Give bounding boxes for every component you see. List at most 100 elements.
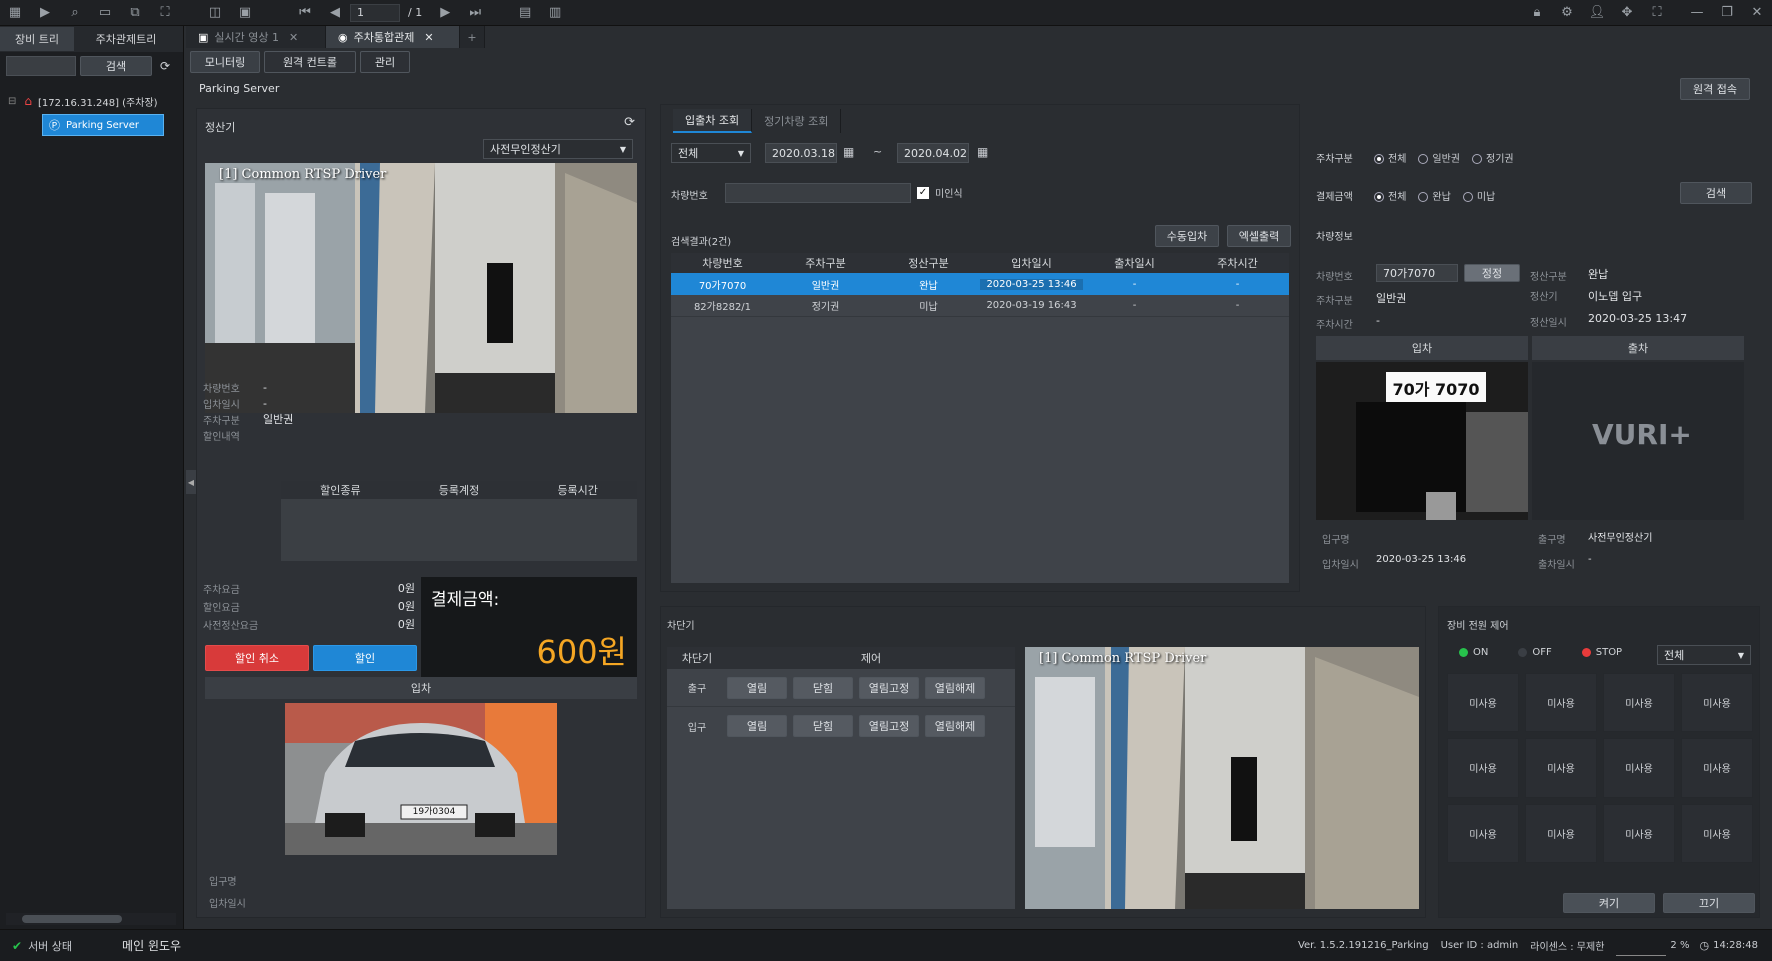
minimize-icon[interactable]: — [1686, 4, 1708, 22]
tab-parking-control[interactable]: ◉ 주차통합관제 ✕ [326, 26, 460, 48]
close-icon[interactable]: ✕ [1746, 4, 1768, 22]
export-icon[interactable]: ⧉ [124, 4, 146, 22]
map-icon[interactable]: ⛶ [154, 4, 176, 22]
exit-open-release-button[interactable]: 열림해제 [925, 676, 985, 699]
result-col-header[interactable]: 주차구분 [774, 255, 877, 271]
layout-edit-icon[interactable]: ▣ [234, 4, 256, 22]
entry-open-button[interactable]: 열림 [727, 715, 787, 737]
left-scrollbar-thumb[interactable] [22, 915, 122, 923]
collapse-handle-icon[interactable]: ◀ [186, 470, 196, 494]
left-scrollbar[interactable] [6, 913, 176, 925]
power-device-button[interactable]: 미사용 [1525, 673, 1597, 733]
tree-search-button[interactable]: 검색 [80, 56, 152, 76]
table-row[interactable]: 82가8282/1 정기권 미납 2020-03-19 16:43 - - [671, 295, 1289, 317]
edit-button[interactable]: 정정 [1464, 264, 1520, 282]
radio-parking-all[interactable]: 전체 [1374, 150, 1406, 165]
settlement-device-select[interactable]: 사전무인정산기 ▼ [483, 139, 633, 159]
table-row[interactable]: 70가7070 일반권 완납 2020-03-25 13:46 - - [671, 273, 1289, 295]
cancel-discount-button[interactable]: 할인 취소 [205, 645, 309, 671]
entry-open-lock-button[interactable]: 열림고정 [859, 715, 919, 737]
entry-open-release-button[interactable]: 열림해제 [925, 715, 985, 737]
excel-export-button[interactable]: 엑셀출력 [1227, 225, 1291, 247]
tab-monitoring[interactable]: 모니터링 [190, 51, 260, 73]
fullscreen-icon[interactable]: ⛶ [1646, 4, 1668, 22]
date-to-input[interactable]: 2020.04.02 [897, 143, 969, 163]
prev-page-icon[interactable]: ◀ [324, 4, 346, 22]
tab-management[interactable]: 관리 [360, 51, 410, 73]
lock-icon[interactable]: 🔒︎ [1526, 4, 1548, 22]
tree-root[interactable]: ⊟ ⌂ [172.16.31.248] (주차장) [0, 90, 183, 112]
radio-payment-unpaid[interactable]: 미납 [1462, 188, 1495, 203]
remote-access-button[interactable]: 원격 접속 [1680, 78, 1750, 100]
main-window[interactable]: 메인 윈도우 [122, 937, 181, 954]
entry-close-button[interactable]: 닫힘 [793, 715, 853, 737]
cpu-text: 2 % [1670, 940, 1690, 951]
layout-icon[interactable]: ◫ [204, 4, 226, 22]
power-select[interactable]: 전체 ▼ [1657, 645, 1751, 665]
result-col-header[interactable]: 출차일시 [1083, 255, 1186, 271]
power-device-button[interactable]: 미사용 [1681, 803, 1753, 863]
power-device-button[interactable]: 미사용 [1681, 738, 1753, 798]
car-number-input[interactable]: 70가7070 [1376, 264, 1458, 282]
calendar-from-icon[interactable]: ▦ [843, 145, 854, 159]
gear-icon[interactable]: ⚙ [1556, 4, 1578, 22]
power-device-button[interactable]: 미사용 [1525, 803, 1597, 863]
search-video-icon[interactable]: ⌕ [64, 4, 86, 22]
tab-close-icon[interactable]: ✕ [289, 31, 298, 44]
tab-close-icon[interactable]: ✕ [424, 31, 433, 44]
first-page-icon[interactable]: ⏮ [294, 4, 316, 22]
power-device-button[interactable]: 미사용 [1447, 803, 1519, 863]
power-device-button[interactable]: 미사용 [1447, 738, 1519, 798]
power-device-button[interactable]: 미사용 [1603, 803, 1675, 863]
exit-close-button[interactable]: 닫힘 [793, 676, 853, 699]
refresh-icon[interactable]: ⟳ [156, 59, 174, 73]
add-tab-icon[interactable]: + [460, 26, 485, 48]
manual-entry-button[interactable]: 수동입차 [1155, 225, 1219, 247]
power-device-button[interactable]: 미사용 [1603, 673, 1675, 733]
exit-open-button[interactable]: 열림 [727, 676, 787, 699]
radio-payment-paid[interactable]: 완납 [1418, 188, 1451, 203]
calendar-to-icon[interactable]: ▦ [977, 145, 988, 159]
save-icon[interactable]: ▥ [544, 4, 566, 22]
tree-item-parking-server[interactable]: Ⓟ Parking Server [42, 114, 164, 136]
unrecognized-checkbox[interactable]: ✓ 미인식 [917, 185, 963, 200]
move-icon[interactable]: ✥ [1616, 4, 1638, 22]
live-view-icon[interactable]: ▶ [34, 4, 56, 22]
tab-device-tree[interactable]: 장비 트리 [0, 27, 74, 51]
playback-icon[interactable]: ▭ [94, 4, 116, 22]
restore-icon[interactable]: ❐ [1716, 4, 1738, 22]
result-col-header[interactable]: 정산구분 [877, 255, 980, 271]
power-device-button[interactable]: 미사용 [1447, 673, 1519, 733]
date-from-input[interactable]: 2020.03.18 [765, 143, 837, 163]
exit-open-lock-button[interactable]: 열림고정 [859, 676, 919, 699]
power-device-button[interactable]: 미사용 [1525, 738, 1597, 798]
radio-parking-general[interactable]: 일반권 [1418, 150, 1460, 165]
radio-payment-all[interactable]: 전체 [1374, 188, 1406, 203]
power-device-button[interactable]: 미사용 [1603, 738, 1675, 798]
collapse-icon[interactable]: ⊟ [8, 96, 16, 107]
tab-parking-tree[interactable]: 주차관제트리 [74, 27, 178, 51]
next-page-icon[interactable]: ▶ [434, 4, 456, 22]
all-select[interactable]: 전체 ▼ [671, 143, 751, 163]
radio-parking-regular[interactable]: 정기권 [1472, 150, 1514, 165]
tab-live-view[interactable]: ▣ 실시간 영상 1 ✕ [186, 26, 326, 48]
result-col-header[interactable]: 주차시간 [1186, 255, 1289, 271]
menu-grid-icon[interactable]: ▦ [4, 4, 26, 22]
result-col-header[interactable]: 차량번호 [671, 255, 774, 271]
discount-button[interactable]: 할인 [313, 645, 417, 671]
settlement-refresh-icon[interactable]: ⟳ [624, 115, 635, 130]
search-button[interactable]: 검색 [1680, 182, 1752, 204]
capture-icon[interactable]: ▤ [514, 4, 536, 22]
page-current-input[interactable]: 1 [350, 3, 400, 22]
user-icon[interactable]: 👤︎ [1586, 4, 1608, 22]
power-off-button[interactable]: 끄기 [1663, 893, 1755, 913]
tab-entry-exit-search[interactable]: 입출차 조회 [673, 109, 753, 133]
search-car-number-input[interactable] [725, 183, 911, 203]
tree-search-input[interactable] [6, 56, 76, 76]
last-page-icon[interactable]: ⏭ [464, 4, 486, 22]
power-device-button[interactable]: 미사용 [1681, 673, 1753, 733]
result-col-header[interactable]: 입차일시 [980, 255, 1083, 271]
power-on-button[interactable]: 켜기 [1563, 893, 1655, 913]
tab-regular-car-search[interactable]: 정기차량 조회 [752, 109, 842, 133]
tab-remote-control[interactable]: 원격 컨트롤 [264, 51, 356, 73]
